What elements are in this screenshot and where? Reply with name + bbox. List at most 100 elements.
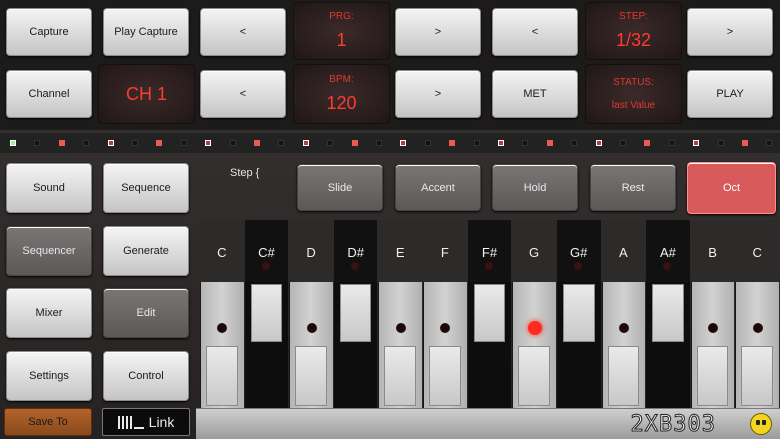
note-key[interactable]: E — [378, 220, 423, 408]
settings-button[interactable]: Settings — [6, 351, 92, 401]
step-label: STEP: — [619, 11, 648, 22]
octave-button[interactable]: Oct — [687, 162, 776, 214]
bottom-bar: 2XB303 — [196, 408, 780, 439]
note-key[interactable]: B — [690, 220, 735, 408]
link-button[interactable]: Link — [102, 408, 190, 436]
note-key-label: G# — [570, 245, 588, 260]
prg-prev-button[interactable]: < — [200, 8, 286, 56]
bpm-prev-button[interactable]: < — [200, 70, 286, 118]
note-indicator-dot — [752, 323, 763, 333]
mixer-button[interactable]: Mixer — [6, 288, 92, 338]
note-key[interactable]: F# — [467, 220, 512, 408]
play-capture-button[interactable]: Play Capture — [103, 8, 189, 56]
metronome-button[interactable]: MET — [492, 70, 578, 118]
step-led — [376, 140, 382, 146]
note-key[interactable]: G — [512, 220, 556, 408]
note-indicator-dot — [306, 323, 317, 333]
hold-button[interactable]: Hold — [492, 164, 578, 211]
note-key-label: D — [306, 245, 316, 260]
note-key-pad — [607, 346, 640, 406]
note-key-label: C — [752, 245, 762, 260]
step-indicator-label: Step { — [230, 167, 260, 179]
note-key-pad — [562, 284, 595, 342]
channel-button[interactable]: Channel — [6, 70, 92, 118]
step-led — [717, 140, 724, 146]
step-led — [473, 140, 480, 146]
note-key-pad — [696, 346, 729, 406]
step-led — [498, 140, 504, 146]
note-key[interactable]: A# — [646, 220, 690, 408]
note-key[interactable]: C# — [244, 220, 289, 408]
step-led — [668, 140, 675, 146]
note-key-label: E — [395, 245, 405, 260]
note-key[interactable]: A — [601, 220, 646, 408]
step-led — [620, 140, 626, 146]
sequencer-button[interactable]: Sequencer — [6, 226, 92, 276]
note-key-pad — [473, 284, 506, 342]
capture-button[interactable]: Capture — [6, 8, 92, 56]
step-led — [644, 140, 651, 146]
generate-button[interactable]: Generate — [103, 226, 189, 276]
play-button[interactable]: PLAY — [687, 70, 773, 118]
note-key-label: G — [529, 245, 540, 260]
prg-next-button[interactable]: > — [395, 8, 481, 56]
note-key-pad — [384, 346, 417, 406]
step-next-button[interactable]: > — [687, 8, 773, 56]
note-key[interactable]: G# — [556, 220, 601, 408]
step-led — [58, 140, 65, 146]
step-led — [132, 140, 138, 146]
step-led — [571, 140, 578, 146]
control-button[interactable]: Control — [103, 351, 189, 401]
note-key[interactable]: D# — [333, 220, 378, 408]
note-key-pad — [429, 346, 461, 406]
note-indicator-dot — [440, 323, 451, 333]
note-key-label: A# — [659, 245, 676, 260]
step-led — [595, 140, 602, 146]
note-key[interactable]: D — [289, 220, 333, 408]
note-key-label: C# — [258, 245, 275, 260]
rest-button[interactable]: Rest — [590, 164, 676, 211]
step-led — [766, 140, 773, 146]
note-indicator-dot — [395, 323, 406, 333]
note-key-pad — [652, 284, 684, 342]
step-led — [449, 140, 456, 146]
step-led — [34, 140, 41, 146]
note-key-pad — [741, 346, 773, 406]
edit-button[interactable]: Edit — [103, 288, 189, 338]
note-indicator-dot — [708, 323, 719, 333]
status-label: STATUS: — [613, 77, 654, 88]
sound-button[interactable]: Sound — [6, 163, 92, 213]
note-key-pad — [250, 284, 283, 342]
active-note-dot — [527, 321, 542, 335]
note-key[interactable]: C — [735, 220, 779, 408]
note-key-pad — [339, 284, 372, 342]
note-indicator-dot — [261, 262, 270, 270]
bpm-value: 120 — [326, 93, 357, 113]
sequence-button[interactable]: Sequence — [103, 163, 189, 213]
status-display: STATUS: last Value — [585, 64, 682, 124]
note-key[interactable]: F — [423, 220, 467, 408]
step-led — [693, 140, 700, 146]
note-key-label: C — [217, 245, 227, 260]
step-led — [302, 140, 309, 146]
bpm-display: BPM: 120 — [293, 64, 390, 124]
smiley-icon[interactable] — [750, 413, 772, 435]
bpm-next-button[interactable]: > — [395, 70, 481, 118]
channel-value: CH 1 — [125, 83, 167, 104]
step-prev-button[interactable]: < — [492, 8, 578, 56]
prg-label: PRG: — [329, 11, 354, 22]
link-label: Link — [148, 414, 175, 430]
accent-button[interactable]: Accent — [395, 164, 481, 211]
step-value: 1/32 — [615, 30, 652, 50]
slide-button[interactable]: Slide — [297, 164, 383, 211]
note-key-label: F — [440, 245, 449, 260]
note-indicator-dot — [484, 262, 493, 270]
step-led-strip — [0, 133, 780, 153]
step-led — [156, 140, 163, 146]
step-led — [254, 140, 260, 146]
note-key-label: B — [708, 245, 717, 260]
step-led — [107, 140, 114, 146]
save-to-button[interactable]: Save To — [4, 408, 92, 436]
note-indicator-dot — [618, 323, 629, 333]
note-key[interactable]: C — [200, 220, 244, 408]
